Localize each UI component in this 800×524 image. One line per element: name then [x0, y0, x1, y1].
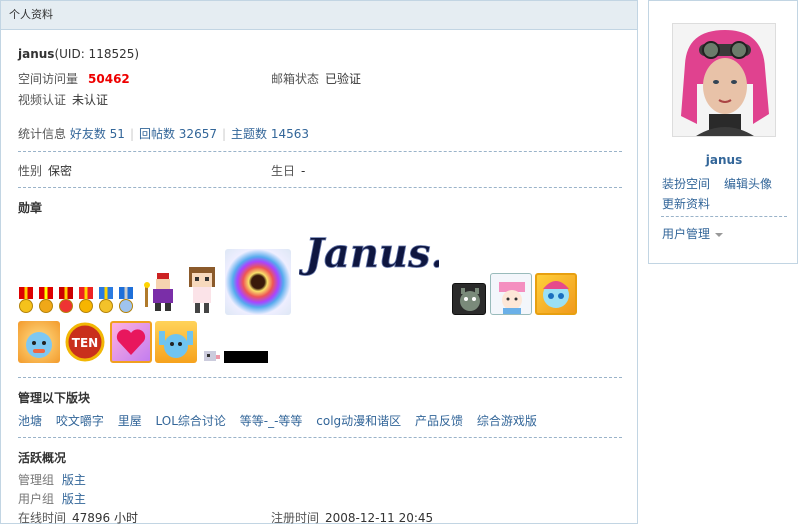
admin-group-row: 管理组 版主 [18, 471, 86, 488]
board-link-feedback[interactable]: 产品反馈 [415, 414, 463, 428]
medal-ribbon[interactable] [18, 287, 34, 315]
gender-value: 保密 [48, 164, 73, 178]
heart-medal[interactable] [110, 321, 152, 363]
register-time-label: 注册时间 [271, 511, 320, 524]
board-link-games[interactable]: 综合游戏版 [477, 414, 537, 428]
threads-link[interactable]: 主题数 14563 [231, 127, 309, 141]
board-link-etc[interactable]: 等等-_-等等 [240, 414, 303, 428]
summary-label: 统计信息 [18, 127, 67, 141]
board-link-colg-anime[interactable]: colg动漫和谐区 [316, 414, 401, 428]
medal-ribbon[interactable] [78, 287, 94, 315]
glowing-orb-medal[interactable] [225, 249, 291, 315]
friends-link[interactable]: 好友数 51 [70, 127, 125, 141]
pixel-mage-medal[interactable] [143, 269, 181, 313]
divider [18, 437, 622, 438]
user-manage-menu[interactable]: 用户管理 [662, 225, 724, 242]
divider [18, 377, 622, 378]
gray-creature-medal[interactable] [452, 283, 486, 315]
register-time-value: 2008-12-11 20:45 [325, 511, 434, 524]
online-time-value: 47896 小时 [72, 511, 139, 524]
pink-hat-medal[interactable] [490, 273, 532, 315]
edit-avatar-link[interactable]: 编辑头像 [724, 175, 772, 192]
video-value: 未认证 [72, 93, 109, 107]
blue-face-medal[interactable] [18, 321, 60, 363]
visits-label: 空间访问量 [18, 72, 79, 86]
activity-title: 活跃概况 [18, 451, 67, 465]
admin-group-link[interactable]: 版主 [62, 473, 86, 487]
replies-link[interactable]: 回帖数 32657 [139, 127, 217, 141]
birthday-row: 生日 - [271, 162, 305, 179]
gender-label: 性别 [18, 164, 43, 178]
profile-panel: 个人资料 janus(UID: 118525) 空间访问量 50462 邮箱状态已… [0, 0, 638, 524]
medal-ribbon[interactable] [58, 287, 74, 315]
user-heading: janus(UID: 118525) [18, 47, 139, 61]
avatar[interactable] [672, 23, 776, 137]
pixel-girl-medal[interactable] [183, 265, 221, 315]
email-value: 已验证 [325, 72, 362, 86]
register-time-row: 注册时间 2008-12-11 20:45 [271, 509, 433, 524]
janus-signature-image: Janus. [299, 230, 439, 278]
birthday-value: - [301, 164, 306, 178]
divider [18, 151, 622, 152]
video-row: 视频认证 未认证 [18, 91, 108, 108]
board-list: 池塘 咬文嚼字 里屋 LOL综合讨论 等等-_-等等 colg动漫和谐区 产品反… [18, 412, 547, 429]
divider [18, 187, 622, 188]
medals-title: 勋章 [18, 201, 43, 215]
online-time-row: 在线时间 47896 小时 [18, 509, 138, 524]
birthday-label: 生日 [271, 164, 296, 178]
signature-text: Janus. [299, 230, 439, 277]
summary-row: 统计信息 好友数 51 | 回帖数 32657 | 主题数 14563 [18, 127, 310, 141]
panel-title: 个人资料 [1, 1, 637, 30]
board-link-pond[interactable]: 池塘 [18, 414, 42, 428]
user-sidebar: janus 装扮空间 编辑头像 更新资料 用户管理 [648, 0, 798, 264]
user-group-label: 用户组 [18, 492, 55, 506]
divider [661, 216, 787, 217]
visits-row: 空间访问量 50462 [18, 70, 130, 87]
online-time-label: 在线时间 [18, 511, 67, 524]
user-manage-label: 用户管理 [662, 227, 711, 241]
admin-group-label: 管理组 [18, 473, 55, 487]
board-link-lol[interactable]: LOL综合讨论 [156, 414, 226, 428]
sidebar-user-name[interactable]: janus [649, 153, 799, 167]
user-name: janus [18, 47, 55, 61]
user-group-link[interactable]: 版主 [62, 492, 86, 506]
small-pixel-medal[interactable] [202, 349, 222, 363]
email-row: 邮箱状态 已验证 [271, 70, 361, 87]
champion-medal[interactable] [535, 273, 577, 315]
user-uid: (UID: 118525) [54, 47, 140, 61]
board-link-wordplay[interactable]: 咬文嚼字 [56, 414, 104, 428]
cheering-creature-medal[interactable] [155, 321, 197, 363]
gender-row: 性别 保密 [18, 162, 72, 179]
user-group-row: 用户组 版主 [18, 490, 86, 507]
medal-ribbon[interactable] [98, 287, 114, 315]
svg-text:TEN: TEN [72, 336, 98, 350]
visits-value: 50462 [88, 72, 130, 86]
manage-title: 管理以下版块 [18, 391, 91, 405]
chevron-down-icon [715, 232, 724, 237]
redacted-bar [224, 351, 268, 363]
dress-space-link[interactable]: 装扮空间 [662, 175, 710, 192]
board-link-inner-room[interactable]: 里屋 [118, 414, 142, 428]
medal-ribbon[interactable] [118, 287, 134, 315]
update-profile-link[interactable]: 更新资料 [662, 195, 710, 212]
medal-ribbon[interactable] [38, 287, 54, 315]
video-label: 视频认证 [18, 93, 67, 107]
ten-badge-medal[interactable]: TEN [64, 321, 106, 363]
email-label: 邮箱状态 [271, 72, 320, 86]
